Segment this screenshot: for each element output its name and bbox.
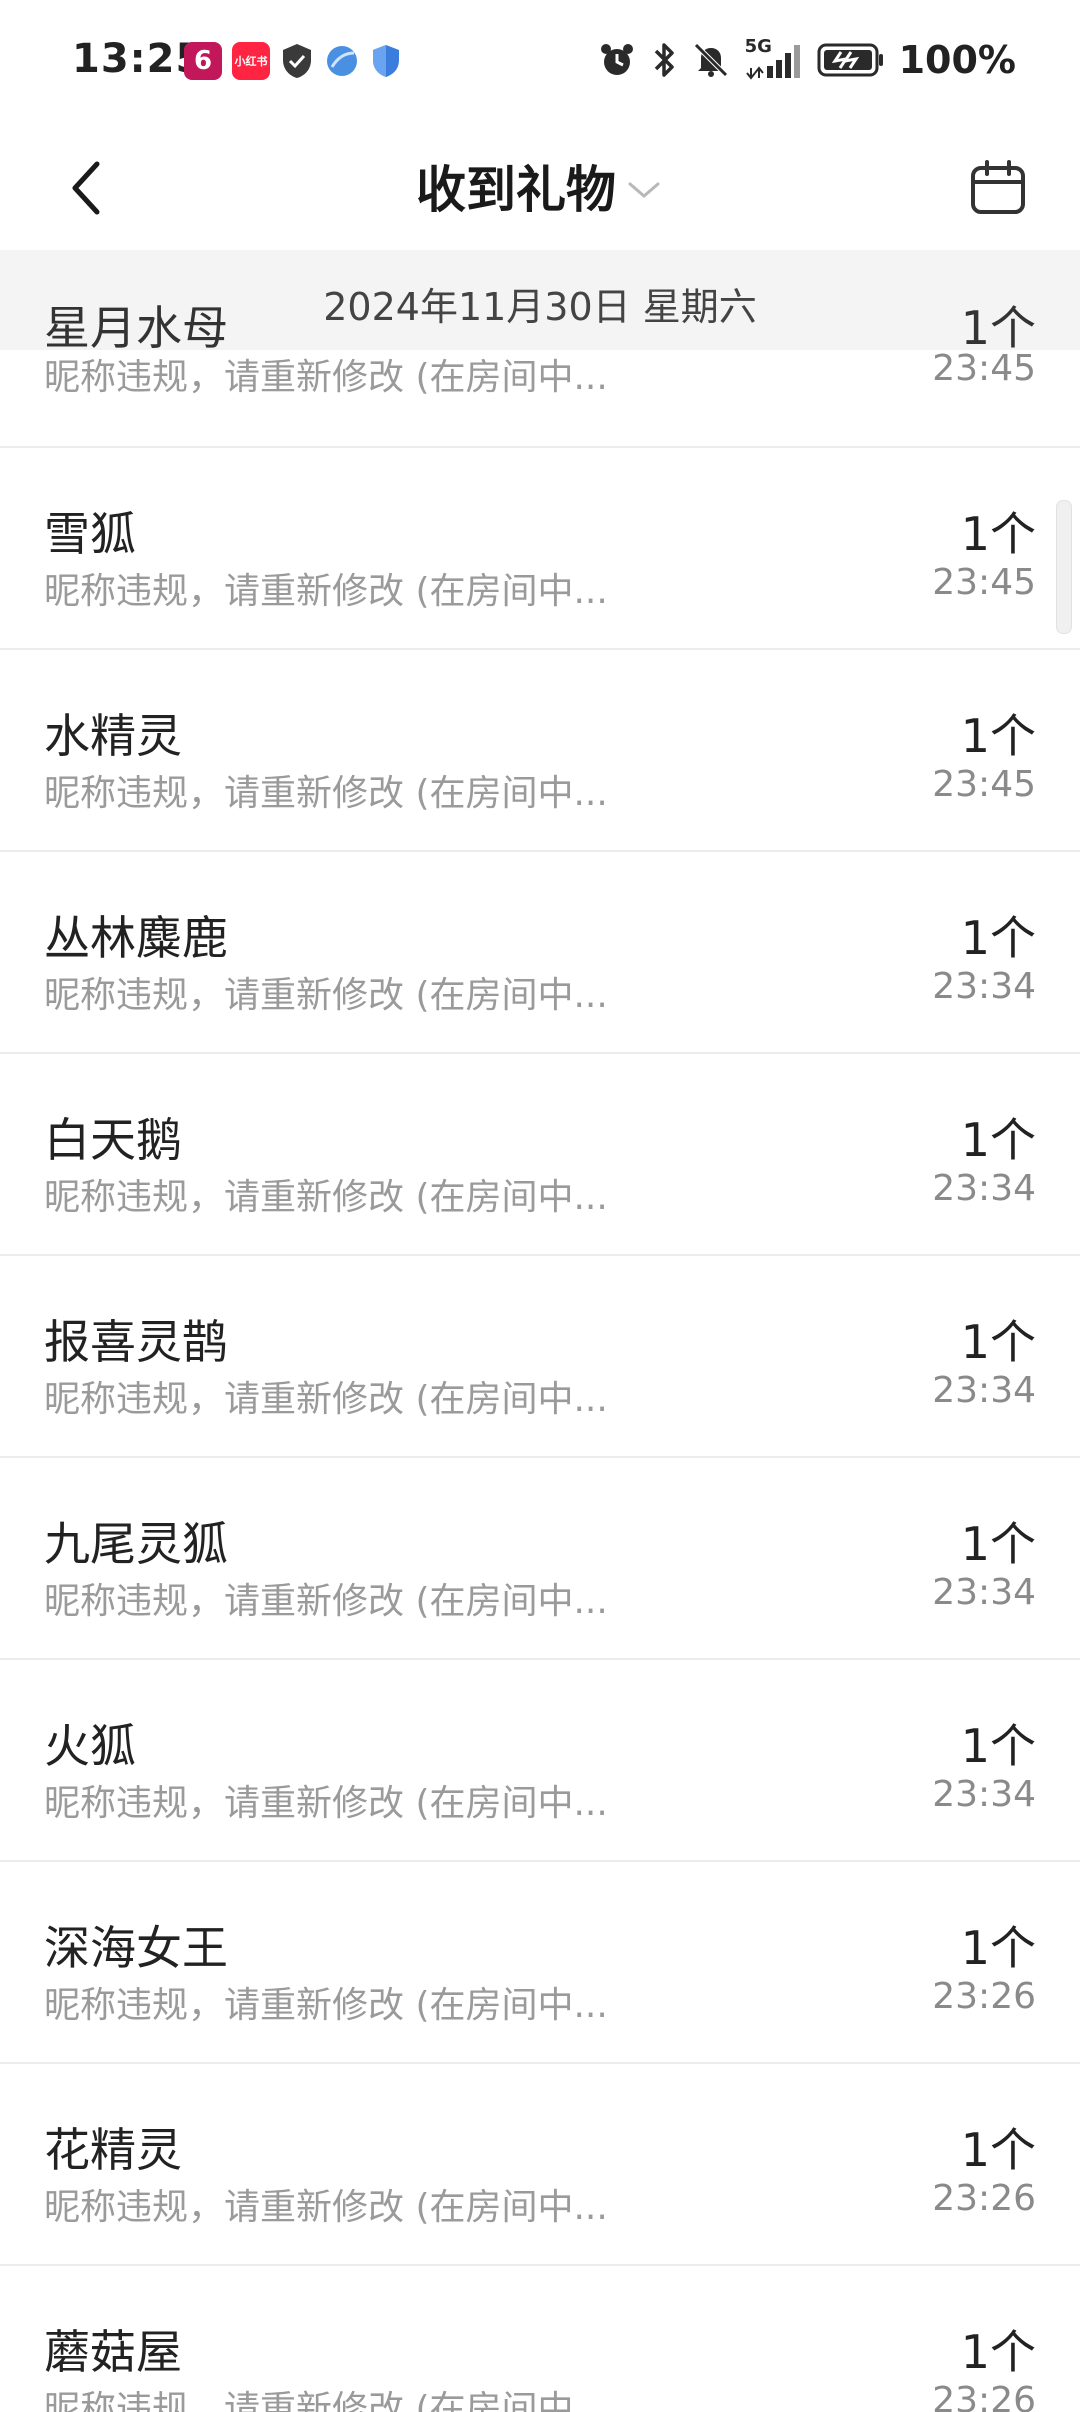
gift-sender-text: 昵称违规，请重新修改 (在房间中... bbox=[44, 1985, 608, 2026]
list-item[interactable]: 报喜灵鹊 昵称违规，请重新修改 (在房间中... 1个 23:34 bbox=[0, 1256, 1080, 1458]
browser-icon bbox=[327, 46, 357, 76]
date-section-header: 星月水母 2024年11月30日 星期六 1个 bbox=[0, 250, 1080, 355]
gift-name: 水精灵 bbox=[44, 709, 182, 763]
list-item[interactable]: 白天鹅 昵称违规，请重新修改 (在房间中... 1个 23:34 bbox=[0, 1054, 1080, 1256]
gift-name: 雪狐 bbox=[44, 507, 136, 561]
list-item[interactable]: 花精灵 昵称违规，请重新修改 (在房间中... 1个 23:26 bbox=[0, 2064, 1080, 2266]
shield-check-icon bbox=[283, 44, 311, 78]
gift-name: 深海女王 bbox=[44, 1921, 228, 1975]
shield-icon bbox=[373, 45, 399, 77]
list-item[interactable]: 深海女王 昵称违规，请重新修改 (在房间中... 1个 23:26 bbox=[0, 1862, 1080, 2064]
gift-count: 1个 bbox=[960, 1921, 1036, 1975]
gift-name: 火狐 bbox=[44, 1719, 136, 1773]
signal-5g-icon: 5G bbox=[745, 36, 803, 80]
xiaohongshu-label: 小红书 bbox=[234, 55, 268, 68]
gift-count: 1个 bbox=[960, 709, 1036, 763]
status-system-icons: 5G 100% bbox=[597, 36, 1016, 82]
gift-time: 23:26 bbox=[932, 2380, 1036, 2412]
top-app-bar: 收到礼物 bbox=[0, 124, 1080, 250]
bluetooth-icon bbox=[654, 43, 674, 77]
title-dropdown[interactable]: 收到礼物 bbox=[0, 150, 1080, 222]
page-title: 收到礼物 bbox=[416, 161, 616, 219]
gift-sender-text: 昵称违规，请重新修改 (在房间中... bbox=[44, 571, 608, 612]
gift-count: 1个 bbox=[960, 301, 1036, 355]
app-6-icon: 6 bbox=[184, 42, 222, 80]
calendar-icon bbox=[971, 160, 1025, 214]
bell-muted-icon bbox=[693, 43, 728, 77]
gift-name: 丛林麋鹿 bbox=[44, 911, 228, 965]
xiaohongshu-icon: 小红书 bbox=[232, 42, 270, 80]
gift-list: 昵称违规，请重新修改 (在房间中... 23:45 雪狐 昵称违规，请重新修改 … bbox=[0, 250, 1080, 2412]
gift-time: 23:34 bbox=[932, 1572, 1036, 1613]
list-item[interactable]: 丛林麋鹿 昵称违规，请重新修改 (在房间中... 1个 23:34 bbox=[0, 852, 1080, 1054]
gift-name: 报喜灵鹊 bbox=[44, 1315, 228, 1369]
status-notification-icons: 6 小红书 bbox=[184, 42, 402, 80]
gift-time: 23:45 bbox=[932, 562, 1036, 603]
date-label: 2024年11月30日 星期六 bbox=[323, 285, 757, 329]
gift-time: 23:34 bbox=[932, 1168, 1036, 1209]
screen: 13:25 6 小红书 5G 100% 收到礼物 昵称违规，请重新修改 (在房间… bbox=[0, 0, 1080, 2412]
alarm-icon bbox=[600, 44, 633, 75]
battery-percent: 100% bbox=[898, 38, 1016, 82]
chevron-down-icon bbox=[628, 182, 660, 198]
gift-count: 1个 bbox=[960, 911, 1036, 965]
gift-name: 蘑菇屋 bbox=[44, 2325, 182, 2379]
status-bar: 13:25 6 小红书 5G 100% bbox=[0, 0, 1080, 124]
calendar-button[interactable] bbox=[960, 150, 1036, 226]
gift-time: 23:26 bbox=[932, 2178, 1036, 2219]
gift-sender-text: 昵称违规，请重新修改 (在房间中... bbox=[44, 1177, 608, 1218]
gift-time: 23:26 bbox=[932, 1976, 1036, 2017]
gift-time: 23:34 bbox=[932, 966, 1036, 1007]
app-6-label: 6 bbox=[193, 46, 213, 76]
gift-count: 1个 bbox=[960, 1517, 1036, 1571]
gift-count: 1个 bbox=[960, 2325, 1036, 2379]
gift-time: 23:45 bbox=[932, 764, 1036, 805]
gift-sender-text: 昵称违规，请重新修改 (在房间中... bbox=[44, 1581, 608, 1622]
gift-count: 1个 bbox=[960, 1719, 1036, 1773]
list-item[interactable]: 火狐 昵称违规，请重新修改 (在房间中... 1个 23:34 bbox=[0, 1660, 1080, 1862]
list-item[interactable]: 蘑菇屋 昵称违规，请重新修改 (在房间中... 1个 23:26 bbox=[0, 2266, 1080, 2412]
list-item[interactable]: 水精灵 昵称违规，请重新修改 (在房间中... 1个 23:45 bbox=[0, 650, 1080, 852]
list-item[interactable]: 九尾灵狐 昵称违规，请重新修改 (在房间中... 1个 23:34 bbox=[0, 1458, 1080, 1660]
gift-sender-text: 昵称违规，请重新修改 (在房间中... bbox=[44, 975, 608, 1016]
gift-count: 1个 bbox=[960, 507, 1036, 561]
gift-name: 花精灵 bbox=[44, 2123, 182, 2177]
gift-time: 23:34 bbox=[932, 1774, 1036, 1815]
list-item[interactable]: 雪狐 昵称违规，请重新修改 (在房间中... 1个 23:45 bbox=[0, 448, 1080, 650]
scrollbar-thumb[interactable] bbox=[1056, 500, 1072, 634]
gift-count: 1个 bbox=[960, 1315, 1036, 1369]
gift-name: 九尾灵狐 bbox=[44, 1517, 228, 1571]
gift-sender-text: 昵称违规，请重新修改 (在房间中... bbox=[44, 1783, 608, 1824]
gift-time: 23:34 bbox=[932, 1370, 1036, 1411]
gift-sender-text: 昵称违规，请重新修改 (在房间中... bbox=[44, 773, 608, 814]
battery-charging-icon bbox=[817, 43, 883, 77]
gift-name: 白天鹅 bbox=[44, 1113, 182, 1167]
gift-sender-text: 昵称违规，请重新修改 (在房间中... bbox=[44, 2389, 608, 2412]
gift-count: 1个 bbox=[960, 1113, 1036, 1167]
gift-count: 1个 bbox=[960, 2123, 1036, 2177]
gift-sender-text: 昵称违规，请重新修改 (在房间中... bbox=[44, 1379, 608, 1420]
gift-sender-text: 昵称违规，请重新修改 (在房间中... bbox=[44, 2187, 608, 2228]
